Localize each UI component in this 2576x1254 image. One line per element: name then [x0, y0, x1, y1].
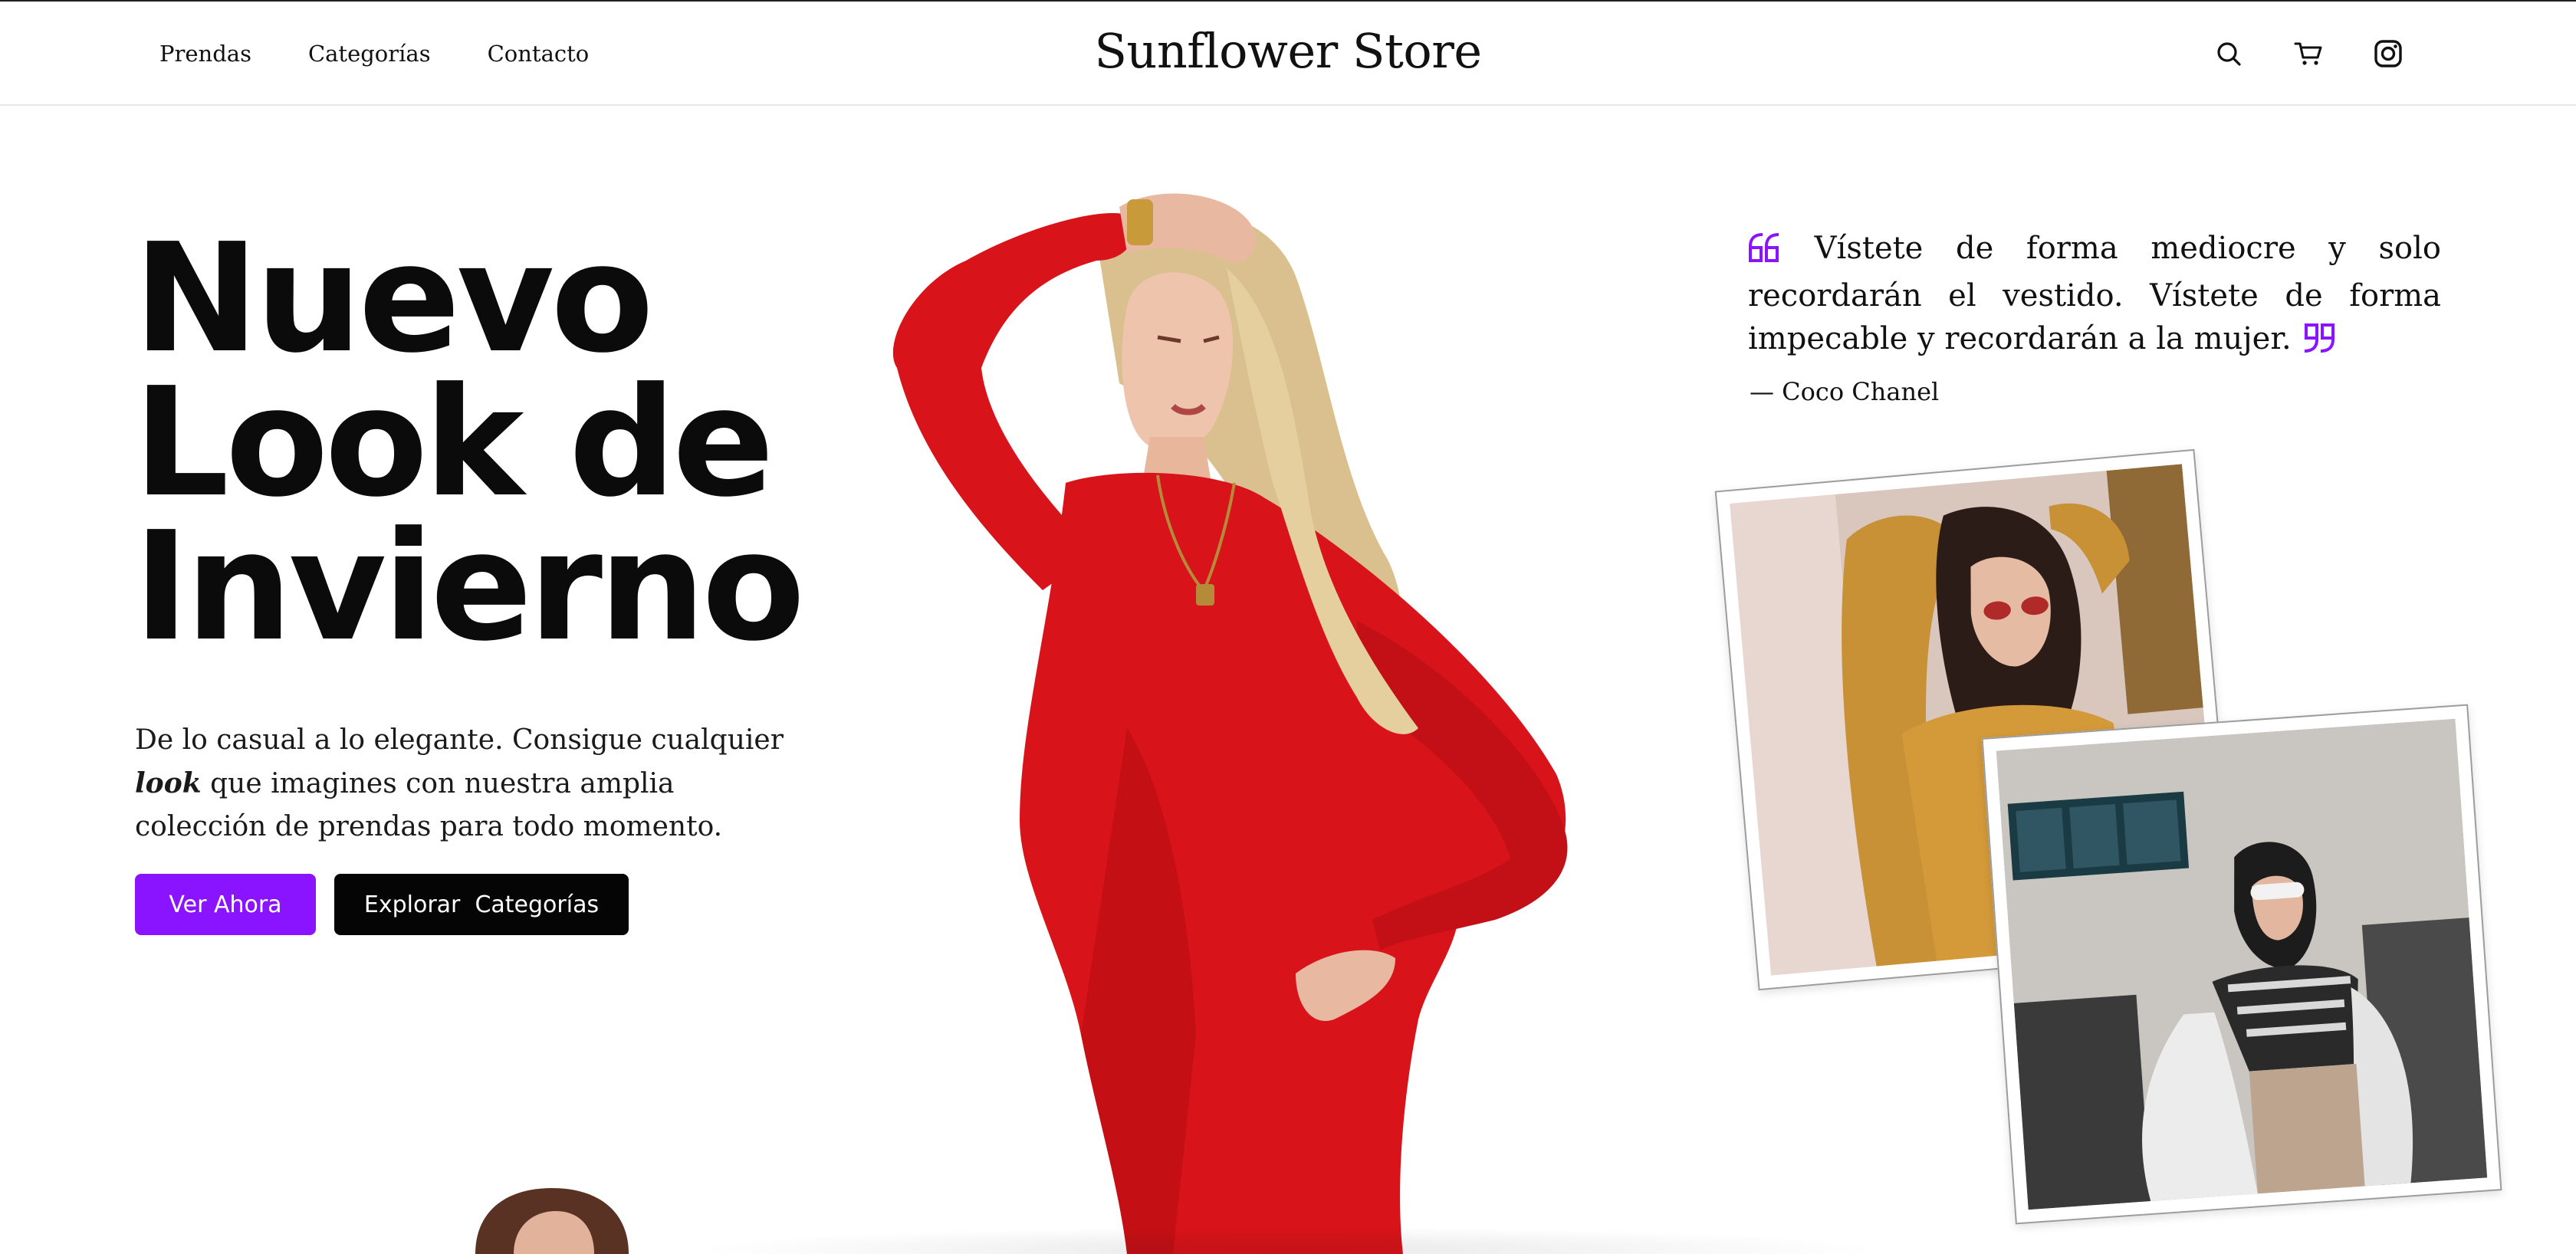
hero-title-line: Nuevo: [133, 212, 654, 386]
search-icon[interactable]: [2208, 33, 2249, 74]
quote-author: — Coco Chanel: [1750, 377, 1940, 406]
instagram-icon[interactable]: [2367, 33, 2409, 74]
cart-icon[interactable]: [2288, 33, 2329, 74]
quote-text: Vístete de forma mediocre y solo recorda…: [1748, 227, 2441, 365]
section-shadow: [690, 1226, 1886, 1254]
navbar: Prendas Categorías Contacto Sunflower St…: [0, 2, 2576, 106]
quote-close-icon: [2302, 322, 2335, 365]
hero-description: De lo casual a lo elegante. Consigue cua…: [135, 719, 810, 849]
quote-open-icon: [1748, 231, 1782, 274]
gallery-photo-street-style: [1981, 704, 2502, 1225]
explorar-categorias-button[interactable]: Explorar Categorías: [334, 874, 629, 935]
hero-description-emphasis: look: [135, 767, 202, 799]
quote-body: Vístete de forma mediocre y solo recorda…: [1748, 231, 2441, 356]
hero-title-line: Look de: [133, 356, 774, 530]
hero-model-image: [892, 193, 1568, 1254]
next-section-model-image: [475, 1188, 629, 1254]
hero-title: Nuevo Look de Invierno: [133, 212, 823, 675]
hero-description-text: De lo casual a lo elegante. Consigue cua…: [135, 724, 784, 756]
brand-logo[interactable]: Sunflower Store: [0, 23, 2576, 79]
nav-icons: [2208, 29, 2409, 78]
hero-description-text-end: que imagines con nuestra amplia colecció…: [135, 768, 723, 842]
hero-title-line: Invierno: [133, 500, 805, 675]
ver-ahora-button[interactable]: Ver Ahora: [135, 874, 316, 935]
